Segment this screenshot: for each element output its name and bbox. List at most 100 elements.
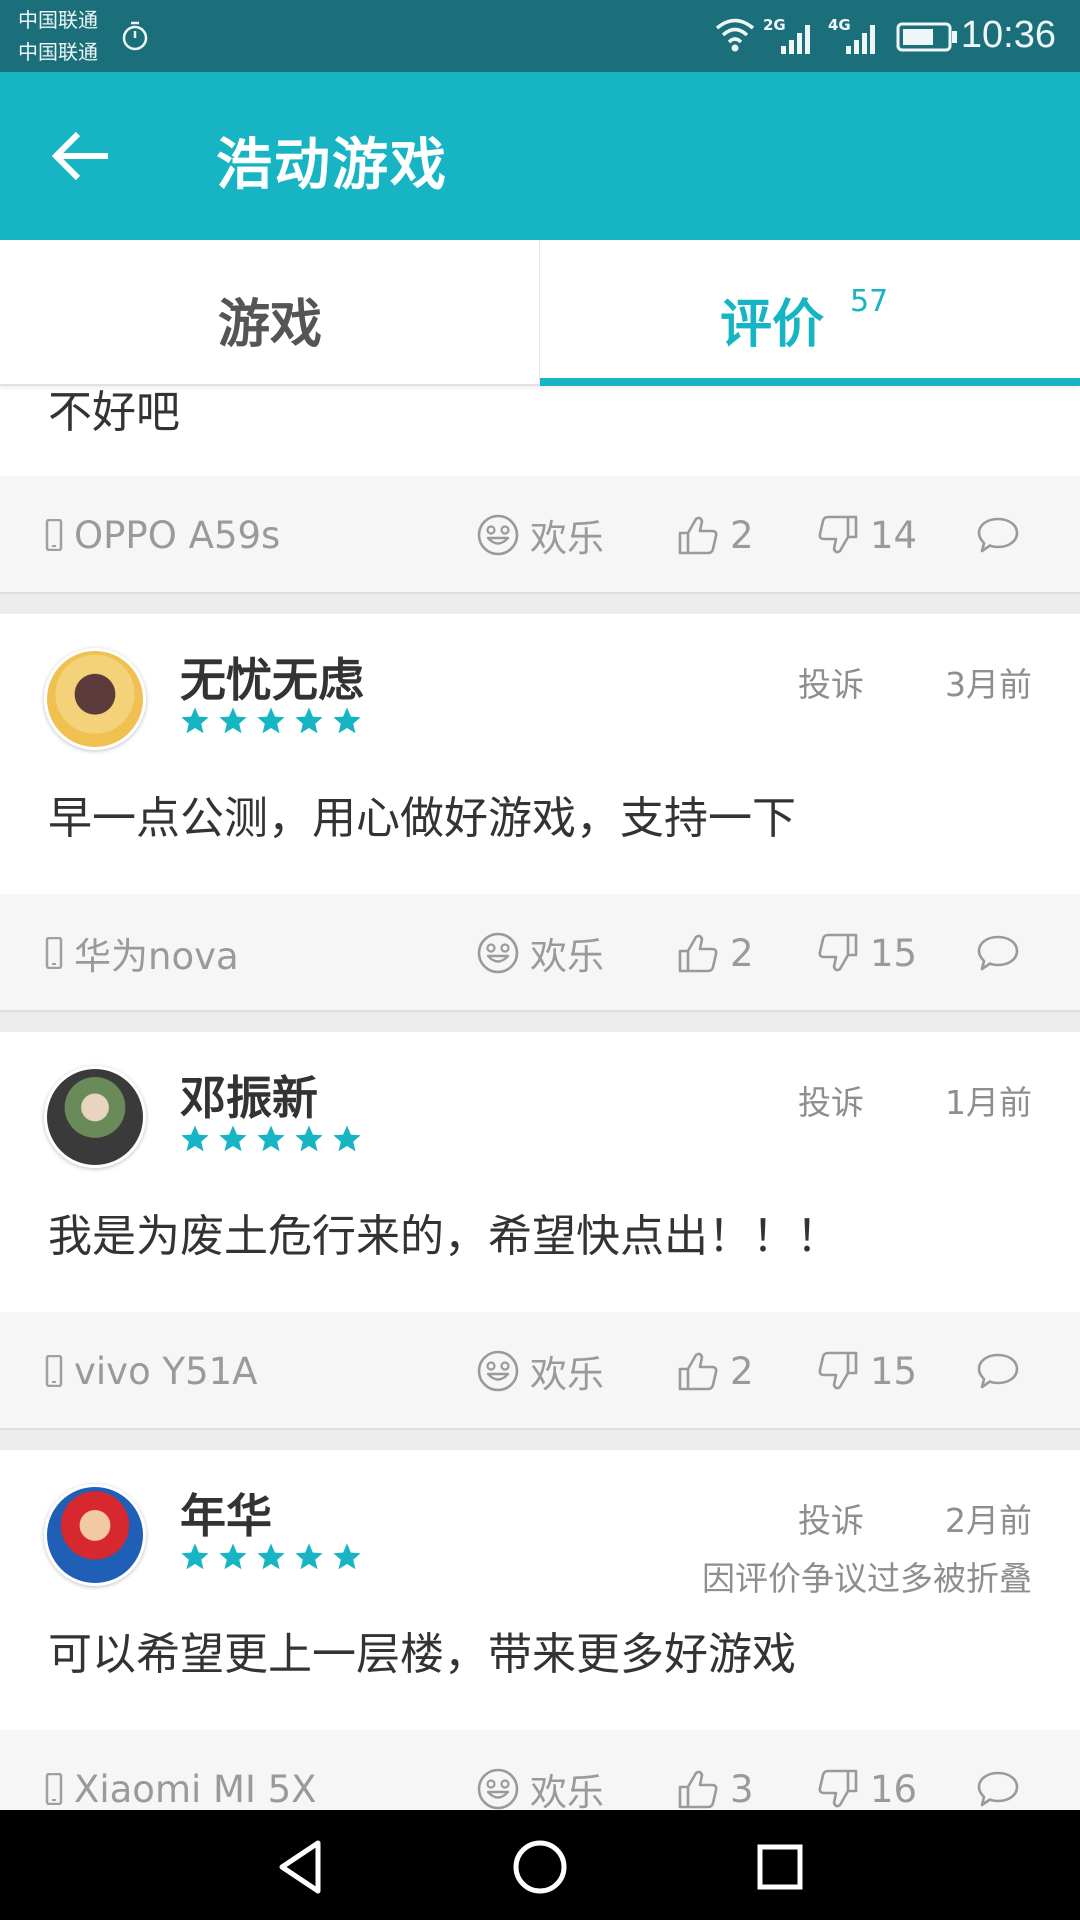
smile-icon — [476, 1349, 520, 1393]
thumbs-down-icon — [816, 1349, 860, 1393]
dislike-button[interactable]: 14 — [816, 476, 917, 594]
mood-button[interactable]: 欢乐 — [476, 476, 604, 594]
star-rating — [180, 1542, 370, 1572]
star-icon — [332, 706, 362, 736]
star-icon — [218, 1542, 248, 1572]
star-icon — [332, 1124, 362, 1154]
smile-icon — [476, 1767, 520, 1810]
review-text: 不好吧 — [48, 387, 180, 438]
like-count: 2 — [730, 931, 754, 975]
star-icon — [256, 706, 286, 736]
comment-icon — [976, 1349, 1020, 1393]
star-icon — [294, 1542, 324, 1572]
star-icon — [294, 706, 324, 736]
tab-reviews[interactable]: 评价 57 — [540, 240, 1080, 386]
mood-button[interactable]: 欢乐 — [476, 1730, 604, 1810]
clock: 10:36 — [960, 14, 1056, 56]
review-list[interactable]: 不好吧 OPPO A59s 欢乐 2 14 无忧无虑 投诉 3月前 早一点公测，… — [0, 386, 1080, 1810]
dislike-button[interactable]: 16 — [816, 1730, 917, 1810]
review-text: 我是为废土危行来的，希望快点出！！！ — [48, 1211, 840, 1262]
star-icon — [218, 706, 248, 736]
dislike-count: 16 — [870, 1767, 918, 1811]
thumbs-up-icon — [676, 931, 720, 975]
like-button[interactable]: 2 — [676, 1312, 754, 1430]
phone-icon — [44, 1355, 64, 1387]
review-time: 2月前 — [945, 1501, 1032, 1540]
nav-recents-button[interactable] — [748, 1835, 812, 1899]
back-button[interactable] — [48, 126, 118, 186]
signal-icon — [780, 20, 816, 58]
wifi-icon — [714, 16, 756, 58]
device-name: 华为nova — [74, 935, 239, 978]
device-info: vivo Y51A — [44, 1312, 257, 1430]
arrow-left-icon — [51, 131, 108, 181]
device-name: Xiaomi MI 5X — [74, 1767, 317, 1811]
carrier-1-label: 中国联通 — [18, 8, 98, 32]
mood-label: 欢乐 — [530, 1771, 604, 1810]
tab-games[interactable]: 游戏 — [0, 240, 540, 386]
thumbs-up-icon — [676, 513, 720, 557]
report-link[interactable]: 投诉 — [798, 658, 864, 706]
dislike-button[interactable]: 15 — [816, 894, 917, 1012]
comment-button[interactable] — [976, 1730, 1030, 1810]
avatar[interactable] — [44, 648, 146, 750]
star-icon — [332, 1542, 362, 1572]
like-count: 3 — [730, 1767, 754, 1811]
avatar[interactable] — [44, 1066, 146, 1168]
review-text: 早一点公测，用心做好游戏，支持一下 — [48, 793, 796, 844]
phone-icon — [44, 1773, 64, 1805]
comment-button[interactable] — [976, 1312, 1030, 1430]
like-button[interactable]: 2 — [676, 476, 754, 594]
like-button[interactable]: 2 — [676, 894, 754, 1012]
comment-icon — [976, 513, 1020, 557]
device-info: 华为nova — [44, 894, 239, 1012]
smile-icon — [476, 513, 520, 557]
star-rating — [180, 706, 370, 736]
comment-button[interactable] — [976, 894, 1030, 1012]
mood-button[interactable]: 欢乐 — [476, 1312, 604, 1430]
thumbs-up-icon — [676, 1767, 720, 1810]
dislike-count: 14 — [870, 513, 918, 557]
star-rating — [180, 1124, 370, 1154]
status-bar: 中国联通 中国联通 2G 4G 10:36 — [0, 0, 1080, 72]
device-name: OPPO A59s — [74, 513, 281, 557]
phone-icon — [44, 937, 64, 969]
report-link[interactable]: 投诉 — [798, 1494, 864, 1542]
report-link[interactable]: 投诉 — [798, 1076, 864, 1124]
review-card: 不好吧 — [0, 386, 1080, 476]
star-icon — [294, 1124, 324, 1154]
review-time: 1月前 — [945, 1083, 1032, 1122]
review-card: 邓振新 投诉 1月前 我是为废土危行来的，希望快点出！！！ — [0, 1032, 1080, 1312]
device-info: Xiaomi MI 5X — [44, 1730, 317, 1810]
phone-icon — [44, 519, 64, 551]
tab-games-label: 游戏 — [217, 295, 322, 355]
nav-back-button[interactable] — [268, 1835, 332, 1899]
dislike-count: 15 — [870, 1349, 918, 1393]
like-button[interactable]: 3 — [676, 1730, 754, 1810]
comment-button[interactable] — [976, 476, 1030, 594]
review-footer: 华为nova 欢乐 2 15 — [0, 894, 1080, 1012]
thumbs-up-icon — [676, 1349, 720, 1393]
folded-note: 因评价争议过多被折叠 — [702, 1559, 1032, 1598]
review-footer: OPPO A59s 欢乐 2 14 — [0, 476, 1080, 594]
review-text: 可以希望更上一层楼，带来更多好游戏 — [48, 1629, 796, 1680]
thumbs-down-icon — [816, 513, 860, 557]
dislike-button[interactable]: 15 — [816, 1312, 917, 1430]
mood-button[interactable]: 欢乐 — [476, 894, 604, 1012]
review-card: 年华 投诉 2月前 因评价争议过多被折叠 可以希望更上一层楼，带来更多好游戏 — [0, 1450, 1080, 1730]
app-bar: 浩动游戏 — [0, 72, 1080, 240]
device-name: vivo Y51A — [74, 1349, 258, 1393]
username[interactable]: 邓振新 — [180, 1062, 318, 1128]
username[interactable]: 无忧无虑 — [180, 644, 364, 710]
star-icon — [180, 1124, 210, 1154]
avatar[interactable] — [44, 1484, 146, 1586]
review-time: 3月前 — [945, 665, 1032, 704]
mood-label: 欢乐 — [530, 517, 604, 560]
signal-icon-2 — [845, 20, 881, 58]
comment-icon — [976, 1767, 1020, 1810]
mood-label: 欢乐 — [530, 935, 604, 978]
username[interactable]: 年华 — [180, 1480, 272, 1546]
nav-home-button[interactable] — [508, 1835, 572, 1899]
star-icon — [256, 1542, 286, 1572]
active-tab-indicator — [540, 378, 1080, 386]
